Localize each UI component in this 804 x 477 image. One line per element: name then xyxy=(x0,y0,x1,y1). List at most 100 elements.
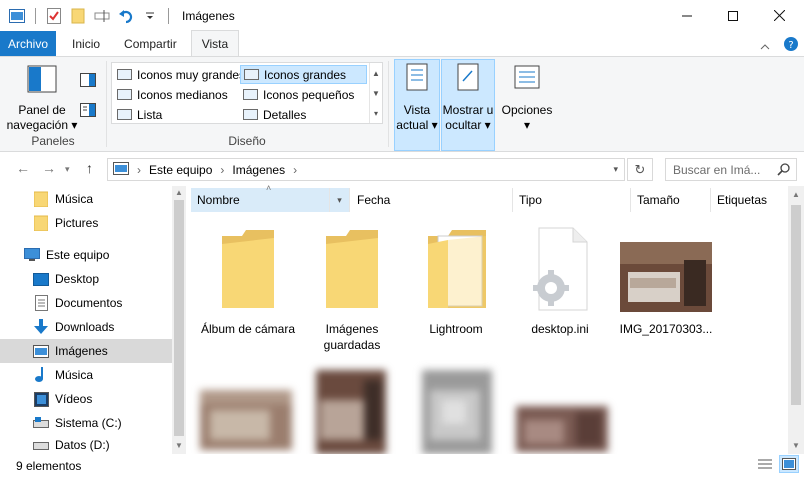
column-fecha[interactable]: Fecha xyxy=(351,188,513,212)
photo-thumbnail[interactable] xyxy=(316,370,386,454)
rename-icon[interactable] xyxy=(93,7,111,25)
chevron-up-icon[interactable] xyxy=(760,39,770,53)
back-button[interactable]: ← xyxy=(16,160,30,176)
nav-item-videos[interactable]: Vídeos xyxy=(0,387,172,411)
maximize-button[interactable] xyxy=(710,0,756,31)
file-lightroom[interactable]: Lightroom xyxy=(404,226,508,337)
title-bar: Imágenes xyxy=(0,0,804,31)
layout-list[interactable]: Lista xyxy=(114,105,165,124)
computer-icon xyxy=(24,247,40,263)
pictures-location-icon xyxy=(113,161,129,178)
tab-compartir[interactable]: Compartir xyxy=(114,31,187,56)
forward-button[interactable]: → xyxy=(42,160,56,176)
group-paneles-label: Paneles xyxy=(31,134,75,148)
nav-scroll-up-icon[interactable]: ▲ xyxy=(175,188,183,197)
medium-icons-icon xyxy=(117,89,132,100)
options-label: Opciones xyxy=(501,103,553,117)
column-nombre-dropdown[interactable]: ▾ xyxy=(330,188,350,212)
photo-thumbnail[interactable] xyxy=(516,406,608,452)
nav-item-desktop[interactable]: Desktop xyxy=(0,267,172,291)
nav-item-datos[interactable]: Datos (D:) xyxy=(0,435,172,454)
downloads-icon xyxy=(33,319,49,335)
svg-text:?: ? xyxy=(788,40,793,51)
large-icons-view-button[interactable] xyxy=(779,455,799,473)
breadcrumb-separator: › xyxy=(220,162,225,177)
close-button[interactable] xyxy=(756,0,802,31)
photo-thumbnail[interactable] xyxy=(200,390,292,450)
folder-icon xyxy=(33,215,49,231)
pictures-icon xyxy=(33,343,49,359)
breadcrumb-separator: › xyxy=(293,162,298,177)
file-album-camara[interactable]: Álbum de cámara xyxy=(196,226,300,337)
content-scroll-down-icon[interactable]: ▼ xyxy=(792,441,800,450)
gallery-up-icon[interactable]: ▲ xyxy=(372,69,380,78)
address-dropdown-icon[interactable]: ▾ xyxy=(613,164,618,175)
videos-icon xyxy=(33,391,49,407)
customize-toolbar-icon[interactable] xyxy=(141,7,159,25)
details-pane-icon[interactable] xyxy=(80,103,96,120)
file-img-20170303[interactable]: IMG_20170303... xyxy=(614,242,718,337)
show-hide-icon xyxy=(456,63,480,95)
current-view-label-1: Vista xyxy=(403,103,431,117)
search-input[interactable]: Buscar en Imá... xyxy=(673,163,760,177)
nav-item-este-equipo[interactable]: Este equipo xyxy=(0,243,172,267)
navigation-pane-label-1: Panel de xyxy=(18,103,66,117)
ribbon: Panel de navegación ▾ Paneles Iconos muy… xyxy=(0,56,804,152)
content-scroll-up-icon[interactable]: ▲ xyxy=(792,190,800,199)
recent-locations-icon[interactable]: ▾ xyxy=(65,164,70,175)
gallery-down-icon[interactable]: ▼ xyxy=(372,89,380,98)
nav-item-pictures[interactable]: Pictures xyxy=(0,211,172,235)
show-hide-button[interactable]: Mostrar u ocultar ▾ xyxy=(441,63,495,133)
window-icon[interactable] xyxy=(8,7,26,25)
preview-pane-icon[interactable] xyxy=(80,73,96,90)
group-diseno-label: Diseño xyxy=(228,134,266,148)
options-button[interactable]: Opciones ▾ xyxy=(500,63,554,133)
navigation-pane-button[interactable]: Panel de navegación ▾ xyxy=(6,65,78,133)
layout-small-icons[interactable]: Iconos pequeños xyxy=(240,85,357,104)
tab-vista[interactable]: Vista xyxy=(190,30,240,56)
help-icon[interactable]: ? xyxy=(784,37,798,54)
search-icon xyxy=(777,163,790,179)
file-desktop-ini[interactable]: desktop.ini xyxy=(508,226,612,337)
nav-item-musica-quick[interactable]: Música xyxy=(0,187,172,211)
new-folder-icon[interactable] xyxy=(69,7,87,25)
layout-gallery-scroll[interactable]: ▲ ▼ ▾ xyxy=(369,63,382,123)
group-separator xyxy=(388,61,389,147)
small-icons-icon xyxy=(243,89,258,100)
nav-item-musica[interactable]: Música xyxy=(0,363,172,387)
address-bar[interactable]: › Este equipo › Imágenes › ▾ xyxy=(107,158,625,181)
column-tipo[interactable]: Tipo xyxy=(513,188,631,212)
file-imagenes-guardadas[interactable]: Imágenes guardadas xyxy=(300,226,404,353)
up-button[interactable]: ↑ xyxy=(86,160,93,176)
nav-item-downloads[interactable]: Downloads xyxy=(0,315,172,339)
layout-large-icons[interactable]: Iconos grandes xyxy=(240,65,367,84)
search-box[interactable]: Buscar en Imá... xyxy=(665,158,797,181)
gallery-more-icon[interactable]: ▾ xyxy=(374,109,378,118)
nav-item-documentos[interactable]: Documentos xyxy=(0,291,172,315)
undo-icon[interactable] xyxy=(117,7,135,25)
layout-details[interactable]: Detalles xyxy=(240,105,309,124)
column-etiquetas[interactable]: Etiquetas xyxy=(711,188,791,212)
window-title: Imágenes xyxy=(182,8,235,23)
nav-item-imagenes[interactable]: Imágenes xyxy=(0,339,172,363)
refresh-button[interactable]: ↻ xyxy=(627,158,653,181)
photo-thumbnail[interactable] xyxy=(422,370,492,454)
current-view-button[interactable]: Vista actual ▾ xyxy=(394,63,440,133)
breadcrumb-separator: › xyxy=(137,162,141,177)
tab-inicio[interactable]: Inicio xyxy=(62,31,110,56)
details-view-icon[interactable] xyxy=(757,457,773,474)
content-scrollbar-thumb[interactable] xyxy=(791,205,801,405)
properties-icon[interactable] xyxy=(45,7,63,25)
breadcrumb-este-equipo[interactable]: Este equipo xyxy=(149,163,212,177)
minimize-button[interactable] xyxy=(664,0,710,31)
column-nombre[interactable]: Nombre xyxy=(191,188,330,212)
layout-medium-icons[interactable]: Iconos medianos xyxy=(114,85,231,104)
tab-archivo[interactable]: Archivo xyxy=(0,31,57,56)
breadcrumb-imagenes[interactable]: Imágenes xyxy=(232,163,285,177)
status-bar: 9 elementos xyxy=(0,454,804,477)
nav-scroll-down-icon[interactable]: ▼ xyxy=(175,441,183,450)
nav-item-sistema[interactable]: Sistema (C:) xyxy=(0,411,172,435)
layout-very-large-icons[interactable]: Iconos muy grandes xyxy=(114,65,248,84)
nav-scrollbar-thumb[interactable] xyxy=(174,200,184,436)
column-tamano[interactable]: Tamaño xyxy=(631,188,711,212)
